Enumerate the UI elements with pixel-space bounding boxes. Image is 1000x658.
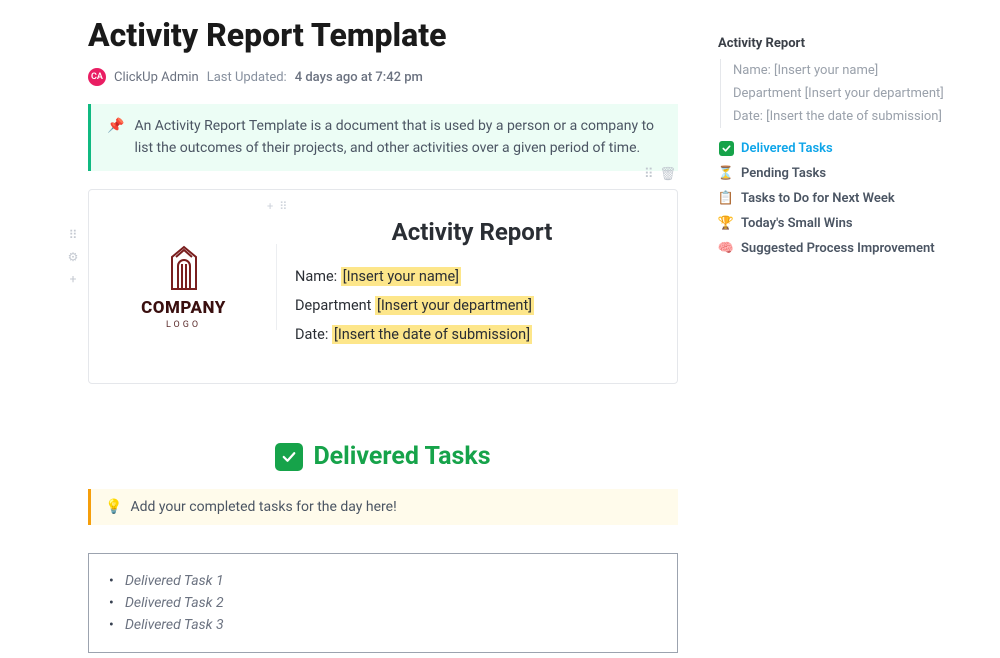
add-column-icon[interactable]: + bbox=[267, 200, 273, 213]
add-block-icon[interactable]: + bbox=[66, 272, 80, 286]
drag-handle-icon[interactable]: ⠿ bbox=[644, 167, 654, 182]
outline-sub-item[interactable]: Name: [Insert your name] bbox=[733, 59, 978, 82]
logo-text: COMPANY bbox=[141, 298, 226, 318]
tip-text: Add your completed tasks for the day her… bbox=[130, 499, 396, 515]
field-name[interactable]: Name: [Insert your name] bbox=[295, 268, 649, 285]
list-item[interactable]: Delivered Task 3 bbox=[109, 614, 657, 636]
section-heading-delivered: Delivered Tasks bbox=[88, 442, 678, 471]
card-body: + ⠿ Activity Report Name: [Insert your n… bbox=[295, 218, 649, 355]
outline-item-label: Today's Small Wins bbox=[741, 216, 853, 231]
section-title: Delivered Tasks bbox=[313, 442, 490, 471]
block-gutter: ⠿ ⚙ + bbox=[66, 228, 80, 286]
checkmark-icon bbox=[718, 141, 734, 156]
clipboard-icon: 📋 bbox=[718, 191, 734, 206]
field-placeholder[interactable]: [Insert your name] bbox=[341, 267, 461, 286]
outline-item-label: Delivered Tasks bbox=[741, 141, 833, 156]
field-date[interactable]: Date: [Insert the date of submission] bbox=[295, 326, 649, 343]
author-name[interactable]: ClickUp Admin bbox=[114, 70, 199, 85]
outline-item-wins[interactable]: 🏆 Today's Small Wins bbox=[718, 211, 978, 236]
drag-handle-icon[interactable]: ⠿ bbox=[66, 228, 80, 242]
byline: CA ClickUp Admin Last Updated: 4 days ag… bbox=[88, 68, 678, 86]
trophy-icon: 🏆 bbox=[718, 216, 734, 231]
outline-sub-item[interactable]: Department [Insert your department] bbox=[733, 82, 978, 105]
updated-label: Last Updated: bbox=[207, 70, 287, 85]
outline-header[interactable]: Activity Report bbox=[718, 36, 978, 51]
outline-item-label: Pending Tasks bbox=[741, 166, 826, 181]
delivered-tip: 💡 Add your completed tasks for the day h… bbox=[88, 489, 678, 525]
settings-icon[interactable]: ⚙ bbox=[66, 250, 80, 264]
page-title: Activity Report Template bbox=[88, 16, 678, 54]
outline-sidebar: Activity Report Name: [Insert your name]… bbox=[718, 36, 978, 261]
outline-sub-list: Name: [Insert your name] Department [Ins… bbox=[720, 59, 978, 128]
field-placeholder[interactable]: [Insert your department] bbox=[375, 296, 534, 315]
company-logo: COMPANY LOGO bbox=[107, 244, 277, 330]
intro-callout: 📌 An Activity Report Template is a docum… bbox=[88, 104, 678, 171]
card-title: Activity Report bbox=[295, 218, 649, 246]
outline-item-pending[interactable]: ⏳ Pending Tasks bbox=[718, 161, 978, 186]
outline-sub-item[interactable]: Date: [Insert the date of submission] bbox=[733, 105, 978, 128]
pin-icon: 📌 bbox=[107, 116, 124, 159]
report-card-wrap: ⠿ 🗑 COMPANY LOGO + ⠿ Activity Report bbox=[88, 189, 678, 384]
logo-subtext: LOGO bbox=[166, 320, 201, 330]
updated-value: 4 days ago at 7:42 pm bbox=[295, 70, 423, 85]
checkmark-icon bbox=[275, 443, 303, 471]
list-item[interactable]: Delivered Task 1 bbox=[109, 570, 657, 592]
delivered-tasks-list: Delivered Task 1 Delivered Task 2 Delive… bbox=[109, 570, 657, 636]
outline-item-label: Tasks to Do for Next Week bbox=[741, 191, 895, 206]
brain-icon: 🧠 bbox=[718, 241, 734, 256]
delete-icon[interactable]: 🗑 bbox=[659, 167, 676, 182]
field-label: Name: bbox=[295, 268, 337, 285]
field-department[interactable]: Department [Insert your department] bbox=[295, 297, 649, 314]
field-placeholder[interactable]: [Insert the date of submission] bbox=[332, 325, 532, 344]
outline-item-delivered[interactable]: Delivered Tasks bbox=[718, 136, 978, 161]
main-content: Activity Report Template CA ClickUp Admi… bbox=[88, 16, 678, 653]
author-avatar[interactable]: CA bbox=[88, 68, 106, 86]
callout-text: An Activity Report Template is a documen… bbox=[134, 116, 662, 159]
outline-item-nextweek[interactable]: 📋 Tasks to Do for Next Week bbox=[718, 186, 978, 211]
field-label: Department bbox=[295, 297, 371, 314]
field-label: Date: bbox=[295, 326, 328, 343]
hourglass-icon: ⏳ bbox=[718, 166, 734, 181]
company-logo-icon bbox=[164, 244, 204, 292]
report-card: COMPANY LOGO + ⠿ Activity Report Name: [… bbox=[88, 189, 678, 384]
card-toolbar: ⠿ 🗑 bbox=[644, 167, 676, 182]
outline-item-label: Suggested Process Improvement bbox=[741, 241, 935, 256]
lightbulb-icon: 💡 bbox=[105, 499, 122, 515]
list-item[interactable]: Delivered Task 2 bbox=[109, 592, 657, 614]
outline-item-improvement[interactable]: 🧠 Suggested Process Improvement bbox=[718, 236, 978, 261]
delivered-tasks-box[interactable]: Delivered Task 1 Delivered Task 2 Delive… bbox=[88, 553, 678, 653]
drag-handle-icon[interactable]: ⠿ bbox=[279, 200, 287, 213]
